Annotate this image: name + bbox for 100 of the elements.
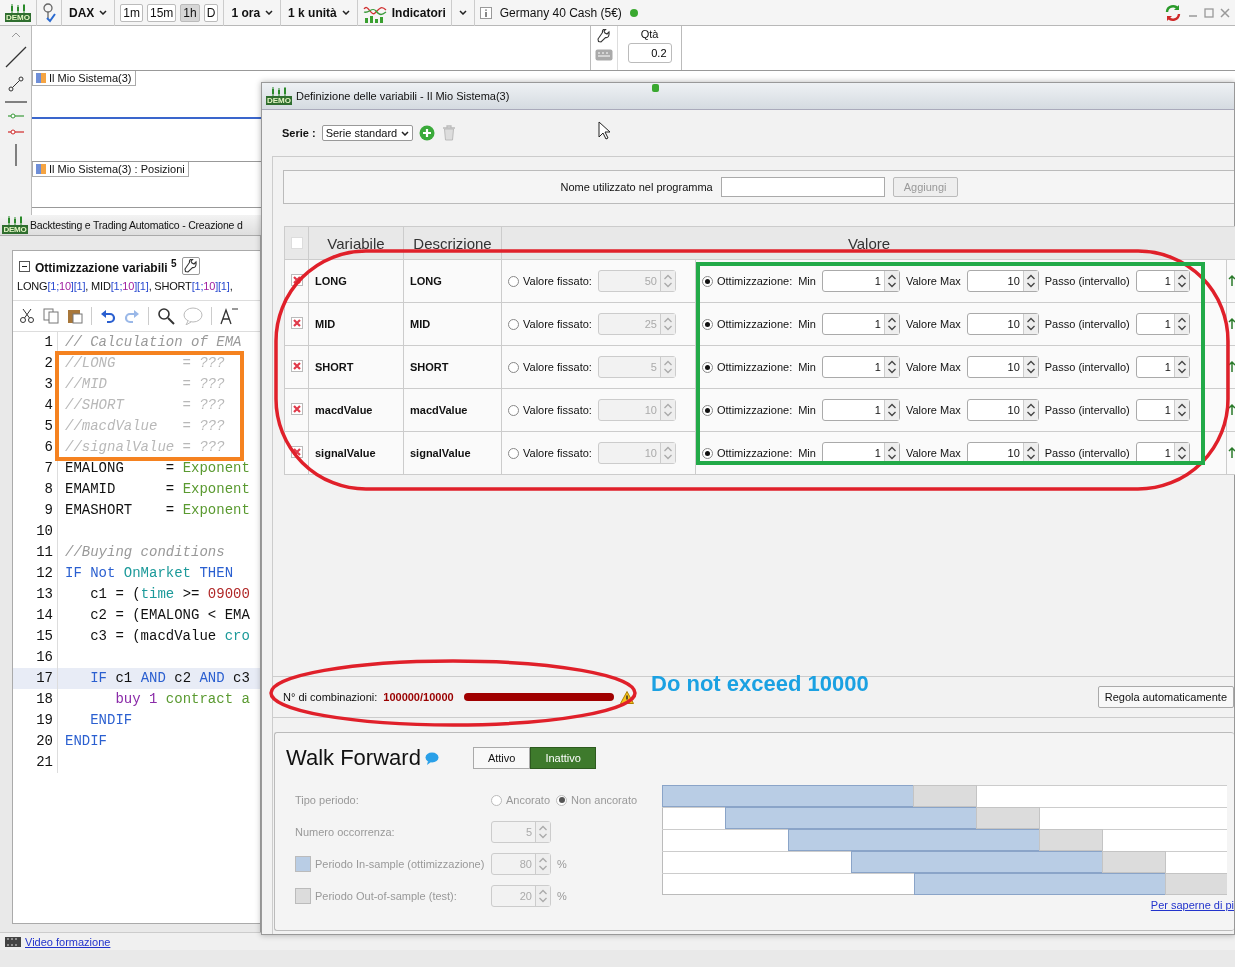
video-link[interactable]: Video formazione xyxy=(25,935,111,948)
max-label: Valore Max xyxy=(905,318,961,330)
code-line: //SHORT = ??? xyxy=(64,396,225,415)
wrench-icon[interactable] xyxy=(597,29,611,43)
horizontal-line-icon[interactable] xyxy=(4,100,27,104)
number-spinner[interactable]: 1 xyxy=(821,270,900,292)
font-size-icon[interactable] xyxy=(220,307,238,325)
number-spinner[interactable]: 1 xyxy=(821,399,900,421)
demo-logo: DEMO xyxy=(2,216,28,234)
symbol-dropdown[interactable]: DAX xyxy=(67,5,110,20)
number-spinner[interactable]: 1 xyxy=(821,442,900,464)
number-spinner[interactable]: 1 xyxy=(1135,399,1190,421)
info-icon[interactable] xyxy=(479,6,492,19)
info-bubble-icon[interactable] xyxy=(424,751,439,765)
max-label: Valore Max xyxy=(905,447,961,459)
number-spinner[interactable]: 10 xyxy=(966,270,1039,292)
number-spinner[interactable]: 10 xyxy=(966,356,1039,378)
timeframe-button[interactable]: 1m xyxy=(120,3,143,22)
caret-icon xyxy=(265,10,274,15)
min-label: Min xyxy=(798,447,816,459)
cut-icon[interactable] xyxy=(19,308,35,324)
pin-icon[interactable] xyxy=(42,2,56,23)
segment-tool-icon[interactable] xyxy=(7,76,24,92)
radio-option[interactable]: Ottimizzazione: xyxy=(702,447,793,459)
number-spinner[interactable]: 10 xyxy=(966,442,1039,464)
units-dropdown[interactable]: 1 k unità xyxy=(286,5,352,20)
number-spinner[interactable]: 1 xyxy=(1135,270,1190,292)
demo-logo: DEMO xyxy=(266,87,292,105)
indicators-menu-button[interactable] xyxy=(456,10,469,15)
chevron-up-icon[interactable] xyxy=(10,32,21,38)
code-line: //LONG = ??? xyxy=(64,354,225,373)
field-label: Numero occorrenza: xyxy=(295,825,396,840)
radio-option[interactable]: Ottimizzazione: xyxy=(702,361,793,373)
number-spinner[interactable]: 1 xyxy=(1135,442,1190,464)
instrument-name: Germany 40 Cash (5€) xyxy=(499,5,622,20)
code-line: //MID = ??? xyxy=(64,375,225,394)
combinations-value: 100000/10000 xyxy=(383,691,454,703)
quantity-field[interactable]: 0.2 xyxy=(627,43,672,63)
delete-icon[interactable] xyxy=(290,403,303,415)
number-spinner[interactable]: 10 xyxy=(966,313,1039,335)
number-spinner[interactable]: 1 xyxy=(821,356,900,378)
radio-option[interactable]: Valore fissato: xyxy=(508,318,592,330)
line-number: 10 xyxy=(13,521,58,542)
arrow-up-icon[interactable] xyxy=(1227,360,1235,372)
wrench-icon[interactable] xyxy=(183,259,198,273)
copy-icon[interactable] xyxy=(43,308,59,324)
line-number: 12 xyxy=(13,563,58,584)
caret-icon xyxy=(99,10,108,15)
radio-option[interactable]: Valore fissato: xyxy=(508,361,592,373)
line-number: 17 xyxy=(13,668,58,689)
timeframe-button[interactable]: 1h xyxy=(180,3,200,22)
radio-option[interactable]: Valore fissato: xyxy=(508,275,592,287)
timeframe-button[interactable]: 15m xyxy=(147,3,177,22)
delete-icon[interactable] xyxy=(290,446,303,458)
search-icon[interactable] xyxy=(157,307,175,325)
arrow-up-icon[interactable] xyxy=(1227,446,1235,458)
delete-icon[interactable] xyxy=(290,274,303,286)
chart-label[interactable]: Il Mio Sistema(3) : Posizioni xyxy=(32,162,189,177)
refresh-icon[interactable] xyxy=(1163,2,1183,23)
field-label: Periodo Out-of-sample (test): xyxy=(315,890,457,902)
radio-option[interactable]: Valore fissato: xyxy=(508,404,592,416)
chart-label[interactable]: Il Mio Sistema(3) xyxy=(32,71,136,86)
arrow-up-icon[interactable] xyxy=(1227,317,1235,329)
delete-icon[interactable] xyxy=(290,360,303,372)
line-number: 1 xyxy=(13,332,58,353)
number-spinner[interactable]: 1 xyxy=(1135,356,1190,378)
close-icon[interactable] xyxy=(1219,6,1231,19)
vertical-line-icon[interactable] xyxy=(13,144,18,166)
undo-icon[interactable] xyxy=(100,308,116,324)
radio-option[interactable]: Ottimizzazione: xyxy=(702,404,793,416)
timeframe-button[interactable]: D xyxy=(203,3,219,22)
max-label: Valore Max xyxy=(905,404,961,416)
arrow-up-icon[interactable] xyxy=(1227,274,1235,286)
buy-line-icon[interactable] xyxy=(7,112,24,120)
radio-option[interactable]: Valore fissato: xyxy=(508,447,592,459)
number-spinner[interactable]: 1 xyxy=(1135,313,1190,335)
add-icon[interactable] xyxy=(419,125,436,141)
delete-icon[interactable] xyxy=(290,317,303,329)
name-field[interactable] xyxy=(720,177,885,197)
step-label: Passo (intervallo) xyxy=(1044,361,1130,373)
auto-adjust-button[interactable]: Regola automaticamente xyxy=(1097,686,1234,708)
maximize-icon[interactable] xyxy=(1203,6,1215,19)
series-dropdown[interactable]: Serie standard xyxy=(321,125,414,141)
line-tool-icon[interactable] xyxy=(4,46,27,68)
paste-icon[interactable] xyxy=(67,308,83,324)
table-cell: SHORT xyxy=(308,345,404,389)
sell-line-icon[interactable] xyxy=(7,128,24,136)
code-line: IF Not OnMarket THEN xyxy=(64,564,234,583)
code-line: ENDIF xyxy=(89,711,133,730)
radio-option[interactable]: Ottimizzazione: xyxy=(702,318,793,330)
number-spinner[interactable]: 1 xyxy=(821,313,900,335)
line-number: 13 xyxy=(13,584,58,605)
period-dropdown[interactable]: 1 ora xyxy=(229,5,276,20)
number-spinner[interactable]: 10 xyxy=(966,399,1039,421)
collapse-icon[interactable] xyxy=(19,260,30,272)
radio-option[interactable]: Ottimizzazione: xyxy=(702,275,793,287)
line-number: 21 xyxy=(13,752,58,773)
indicators-button[interactable]: Indicatori xyxy=(362,2,446,23)
code-line: c2 = (EMALONG < EMA xyxy=(89,606,250,625)
arrow-up-icon[interactable] xyxy=(1227,403,1235,415)
